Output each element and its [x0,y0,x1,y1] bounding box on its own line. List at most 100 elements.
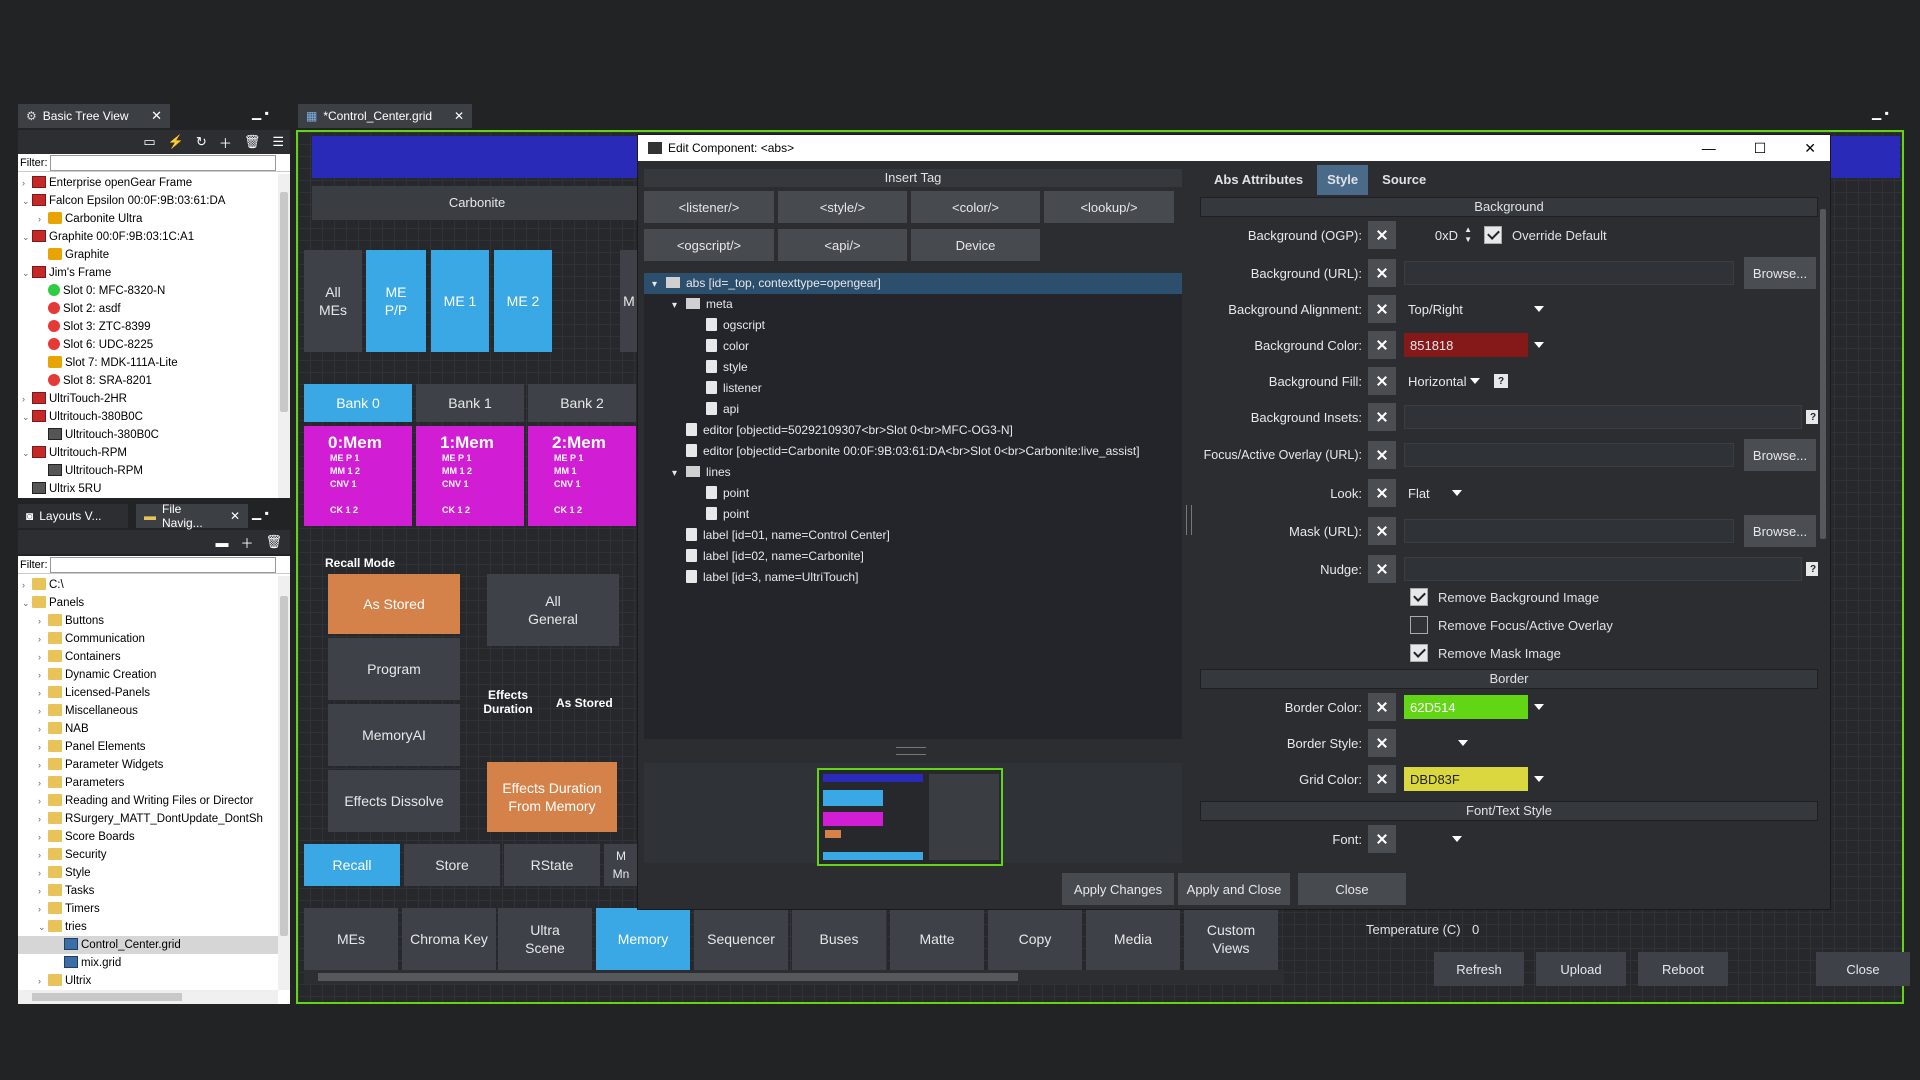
clear-bg-insets-button[interactable] [1368,403,1396,431]
bottom-tab-buses[interactable]: Buses [792,908,886,970]
filter-input[interactable] [49,556,276,573]
nudge-input[interactable] [1404,557,1802,581]
tree-item[interactable]: Slot 3: ZTC-8399 [18,318,290,336]
tree-item[interactable]: › RSurgery_MATT_DontUpdate_DontSh [18,810,290,828]
properties-scrollbar[interactable] [1818,197,1828,863]
tree-item[interactable]: Graphite [18,246,290,264]
xml-node[interactable]: editor [objectid=Carbonite 00:0F:9B:03:6… [644,441,1182,462]
program-button[interactable]: Program [328,638,460,700]
all-general-button[interactable]: All General [487,574,619,646]
partial-mn-button[interactable]: M Mn [604,844,638,886]
bottom-tab-chroma-key[interactable]: Chroma Key [402,908,496,970]
tree-item[interactable]: Slot 8: SRA-8201 [18,372,290,390]
grid-color-input[interactable]: DBD83F [1404,767,1528,791]
bottom-tab-memory[interactable]: Memory [596,908,690,970]
bg-url-browse-button[interactable]: Browse... [1744,257,1816,289]
bottom-tab-mes[interactable]: MEs [304,908,398,970]
me-pp-button[interactable]: ME P/P [366,250,426,352]
tree-item[interactable]: › Panel Elements [18,738,290,756]
bottom-tab-matte[interactable]: Matte [890,908,984,970]
tree-item[interactable]: Ultritouch-RPM [18,462,290,480]
tree-scrollbar[interactable] [278,174,290,498]
help-icon[interactable]: ? [1494,374,1508,388]
expand-toggle-icon[interactable]: › [38,846,48,864]
grid-color-dropdown[interactable] [1528,767,1552,791]
tab-abs-attributes[interactable]: Abs Attributes [1200,165,1317,195]
tree-item[interactable]: ⌄ Ultritouch-380B0C [18,408,290,426]
apply-and-close-button[interactable]: Apply and Close [1178,873,1290,905]
effects-dissolve-button[interactable]: Effects Dissolve [328,770,460,832]
clear-nudge-button[interactable] [1368,555,1396,583]
expand-toggle-icon[interactable]: ⌄ [38,918,48,936]
tree-item[interactable]: › C:\ [18,576,290,594]
expand-toggle-icon[interactable]: › [38,882,48,900]
xml-node[interactable]: color [644,336,1182,357]
expand-toggle-icon[interactable]: ⌄ [22,192,32,210]
expand-toggle-icon[interactable]: › [22,174,32,192]
bg-ogp-spinner[interactable]: 0xD ▲ ▼ [1404,223,1474,247]
mask-url-input[interactable] [1404,519,1734,543]
me1-button[interactable]: ME 1 [431,250,489,352]
xml-node[interactable]: style [644,357,1182,378]
override-default-checkbox[interactable] [1484,226,1502,244]
memory-ai-button[interactable]: MemoryAI [328,704,460,766]
minimize-icon[interactable]: — [1702,140,1716,157]
bg-url-input[interactable] [1404,261,1734,285]
preview-thumbnail[interactable] [817,768,1003,866]
clear-mask-url-button[interactable] [1368,517,1396,545]
expand-toggle-icon[interactable]: › [38,612,48,630]
tab-source[interactable]: Source [1368,165,1440,195]
add-icon[interactable]: ＋ [240,533,253,552]
expand-toggle-icon[interactable]: ⌄ [22,408,32,426]
close-button[interactable]: Close [1298,873,1406,905]
tree-item[interactable]: › Timers [18,900,290,918]
memory-slot-button[interactable]: 2:Mem ME P 1 MM 1 CNV 1 CK 1 2 [528,426,636,526]
clear-bg-url-button[interactable] [1368,259,1396,287]
bg-color-dropdown[interactable] [1528,333,1552,357]
expand-toggle-icon[interactable]: › [38,702,48,720]
expand-toggle-icon[interactable]: › [38,210,48,228]
memory-slot-button[interactable]: 1:Mem ME P 1 MM 1 2 CNV 1 CK 1 2 [416,426,524,526]
delete-icon[interactable]: 🗑 [244,134,261,150]
tree-item[interactable]: › Miscellaneous [18,702,290,720]
expand-toggle-icon[interactable]: ⌄ [22,228,32,246]
expand-toggle-icon[interactable]: › [38,792,48,810]
tree-item[interactable]: ⌄ Ultritouch-RPM [18,444,290,462]
bank0-button[interactable]: Bank 0 [304,384,412,422]
look-select[interactable]: Flat [1404,481,1470,505]
expand-toggle-icon[interactable]: › [22,390,32,408]
tree-item[interactable]: Ultritouch-380B0C [18,426,290,444]
expand-toggle-icon[interactable]: › [38,720,48,738]
expand-toggle-icon[interactable]: › [38,630,48,648]
filter-input[interactable] [49,154,276,171]
tag-style-button[interactable]: <style/> [778,191,907,223]
monitor-icon[interactable]: ▭ [143,134,155,150]
bank2-button[interactable]: Bank 2 [528,384,636,422]
clear-border-color-button[interactable] [1368,693,1396,721]
bottom-h-scrollbar[interactable] [304,970,1284,984]
clear-font-button[interactable] [1368,825,1396,853]
tree-item[interactable]: › Buttons [18,612,290,630]
rstate-button[interactable]: RState [504,844,600,886]
tree-item[interactable]: › Tasks [18,882,290,900]
focus-overlay-browse-button[interactable]: Browse... [1744,439,1816,471]
expand-toggle-icon[interactable]: › [38,666,48,684]
tree-item[interactable]: › Security [18,846,290,864]
expand-toggle-icon[interactable]: › [38,810,48,828]
tag-ogscript-button[interactable]: <ogscript/> [644,229,774,261]
tree-item[interactable]: Slot 2: asdf [18,300,290,318]
h-scrollbar[interactable] [18,990,278,1004]
remove-focus-overlay-checkbox[interactable] [1410,616,1428,634]
expand-toggle-icon[interactable]: ▾ [672,295,686,316]
tree-item[interactable]: mix.grid [18,954,290,972]
folder-open-icon[interactable]: ▬ [215,535,228,550]
clear-border-style-button[interactable] [1368,729,1396,757]
tab-control-center-grid[interactable]: ▦ *Control_Center.grid ✕ [298,104,472,128]
tree-item[interactable]: ⌄ Falcon Epsilon 00:0F:9B:03:61:DA [18,192,290,210]
tree-item[interactable]: › UltriTouch-2HR [18,390,290,408]
tree-item[interactable]: Slot 7: MDK-111A-Lite [18,354,290,372]
tree-item[interactable]: › Licensed-Panels [18,684,290,702]
tree-item[interactable]: ⌄ Graphite 00:0F:9B:03:1C:A1 [18,228,290,246]
splitter-handle[interactable] [896,747,926,755]
dialog-vsplit[interactable] [1186,505,1192,535]
